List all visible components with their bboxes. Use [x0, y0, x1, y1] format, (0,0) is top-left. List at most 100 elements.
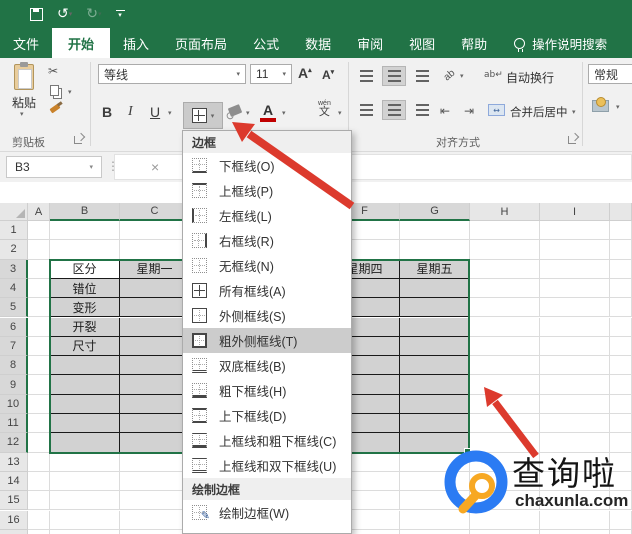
- cell-A16[interactable]: [28, 510, 50, 530]
- cell-H5[interactable]: [470, 298, 540, 318]
- font-color-button[interactable]: A: [260, 102, 276, 122]
- tab-data[interactable]: 数据: [292, 28, 344, 58]
- cell-3[interactable]: [610, 259, 632, 279]
- cell-B14[interactable]: [50, 471, 120, 492]
- column-header-extra[interactable]: [610, 203, 632, 221]
- cell-I11[interactable]: [540, 414, 610, 434]
- select-all-corner[interactable]: [0, 203, 28, 221]
- cell-B16[interactable]: [50, 510, 120, 530]
- merge-center-dropdown-icon[interactable]: ▾: [572, 108, 576, 116]
- cell-I9[interactable]: [540, 375, 610, 395]
- merge-center-icon[interactable]: ↔: [488, 104, 505, 116]
- customize-quick-access-button[interactable]: ▾: [115, 9, 125, 19]
- menu-item-all-borders[interactable]: 所有框线(A): [183, 278, 351, 303]
- cell-H8[interactable]: [470, 356, 540, 376]
- font-size-combo[interactable]: 11 ▾: [250, 64, 292, 84]
- cell-A14[interactable]: [28, 471, 50, 492]
- tab-formulas[interactable]: 公式: [240, 28, 292, 58]
- cell-A10[interactable]: [28, 394, 50, 414]
- cell-I6[interactable]: [540, 317, 610, 337]
- fill-color-icon[interactable]: [227, 104, 243, 117]
- cell-G5[interactable]: [400, 298, 470, 318]
- menu-item-top-and-double-bottom-border[interactable]: 上框线和双下框线(U): [183, 453, 351, 478]
- cell-C1[interactable]: [120, 221, 190, 241]
- cell-H10[interactable]: [470, 394, 540, 414]
- paste-icon[interactable]: [14, 62, 34, 90]
- copy-icon[interactable]: [50, 85, 59, 96]
- decrease-font-button[interactable]: A▾: [322, 68, 334, 82]
- cell-A9[interactable]: [28, 375, 50, 395]
- row-header-13[interactable]: 13: [0, 452, 28, 472]
- tab-view[interactable]: 视图: [396, 28, 448, 58]
- row-header-15[interactable]: 15: [0, 491, 28, 511]
- cell-B17[interactable]: [50, 529, 120, 534]
- cell-I4[interactable]: [540, 278, 610, 299]
- menu-item-top-border[interactable]: 上框线(P): [183, 178, 351, 203]
- row-header-7[interactable]: 7: [0, 336, 28, 357]
- cell-8[interactable]: [610, 356, 632, 376]
- align-right-button[interactable]: [410, 100, 434, 120]
- cell-G11[interactable]: [400, 414, 470, 434]
- cell-G10[interactable]: [400, 394, 470, 414]
- paste-button[interactable]: 粘贴: [10, 94, 38, 111]
- row-header-16[interactable]: 16: [0, 510, 28, 530]
- cell-A12[interactable]: [28, 433, 50, 453]
- cell-B12[interactable]: [50, 433, 120, 453]
- paste-dropdown-icon[interactable]: ▾: [20, 110, 24, 118]
- row-header-17[interactable]: 17: [0, 529, 28, 534]
- tell-me-search[interactable]: 操作说明搜索: [514, 28, 607, 58]
- menu-item-top-and-bottom-border[interactable]: 上下框线(D): [183, 403, 351, 428]
- tab-help[interactable]: 帮助: [448, 28, 500, 58]
- row-header-1[interactable]: 1: [0, 221, 28, 241]
- cell-1[interactable]: [610, 221, 632, 241]
- cell-I1[interactable]: [540, 221, 610, 241]
- column-header-G[interactable]: G: [400, 203, 470, 221]
- align-center-button[interactable]: [382, 100, 406, 120]
- cell-A6[interactable]: [28, 317, 50, 337]
- underline-button[interactable]: U: [150, 104, 160, 120]
- cell-A2[interactable]: [28, 240, 50, 260]
- cancel-icon[interactable]: ×: [151, 159, 159, 175]
- font-color-dropdown-icon[interactable]: ▾: [282, 109, 286, 117]
- column-header-C[interactable]: C: [120, 203, 190, 221]
- cell-I8[interactable]: [540, 356, 610, 376]
- cell-H2[interactable]: [470, 240, 540, 260]
- cell-C14[interactable]: [120, 471, 190, 492]
- cell-9[interactable]: [610, 375, 632, 395]
- cell-B3[interactable]: 区分: [50, 259, 120, 279]
- italic-button[interactable]: I: [128, 104, 133, 120]
- cell-A11[interactable]: [28, 414, 50, 434]
- cell-4[interactable]: [610, 278, 632, 299]
- cell-I2[interactable]: [540, 240, 610, 260]
- cell-C6[interactable]: [120, 317, 190, 337]
- row-header-11[interactable]: 11: [0, 414, 28, 434]
- middle-align-button[interactable]: [382, 66, 406, 86]
- name-box[interactable]: B3 ▾: [6, 156, 102, 178]
- cell-C11[interactable]: [120, 414, 190, 434]
- row-header-5[interactable]: 5: [0, 298, 28, 318]
- column-header-B[interactable]: B: [50, 203, 120, 221]
- borders-dropdown-icon[interactable]: ▾: [211, 112, 215, 120]
- column-header-I[interactable]: I: [540, 203, 610, 221]
- column-header-H[interactable]: H: [470, 203, 540, 221]
- cell-C7[interactable]: [120, 336, 190, 357]
- undo-button[interactable]: ↺▾: [57, 7, 72, 21]
- row-header-6[interactable]: 6: [0, 317, 28, 337]
- cell-C5[interactable]: [120, 298, 190, 318]
- cell-H3[interactable]: [470, 259, 540, 279]
- row-header-12[interactable]: 12: [0, 433, 28, 453]
- font-name-dropdown-icon[interactable]: ▾: [236, 70, 240, 78]
- wrap-text-icon[interactable]: ab↵: [484, 70, 503, 80]
- cell-A4[interactable]: [28, 278, 50, 299]
- cell-I7[interactable]: [540, 336, 610, 357]
- borders-button[interactable]: ▾: [183, 102, 223, 129]
- cell-H6[interactable]: [470, 317, 540, 337]
- row-header-3[interactable]: 3: [0, 259, 28, 279]
- menu-item-thick-outside-borders[interactable]: 粗外侧框线(T): [183, 328, 351, 353]
- top-align-button[interactable]: [354, 66, 378, 86]
- tab-insert[interactable]: 插入: [110, 28, 162, 58]
- cell-H7[interactable]: [470, 336, 540, 357]
- cell-6[interactable]: [610, 317, 632, 337]
- menu-item-left-border[interactable]: 左框线(L): [183, 203, 351, 228]
- cell-7[interactable]: [610, 336, 632, 357]
